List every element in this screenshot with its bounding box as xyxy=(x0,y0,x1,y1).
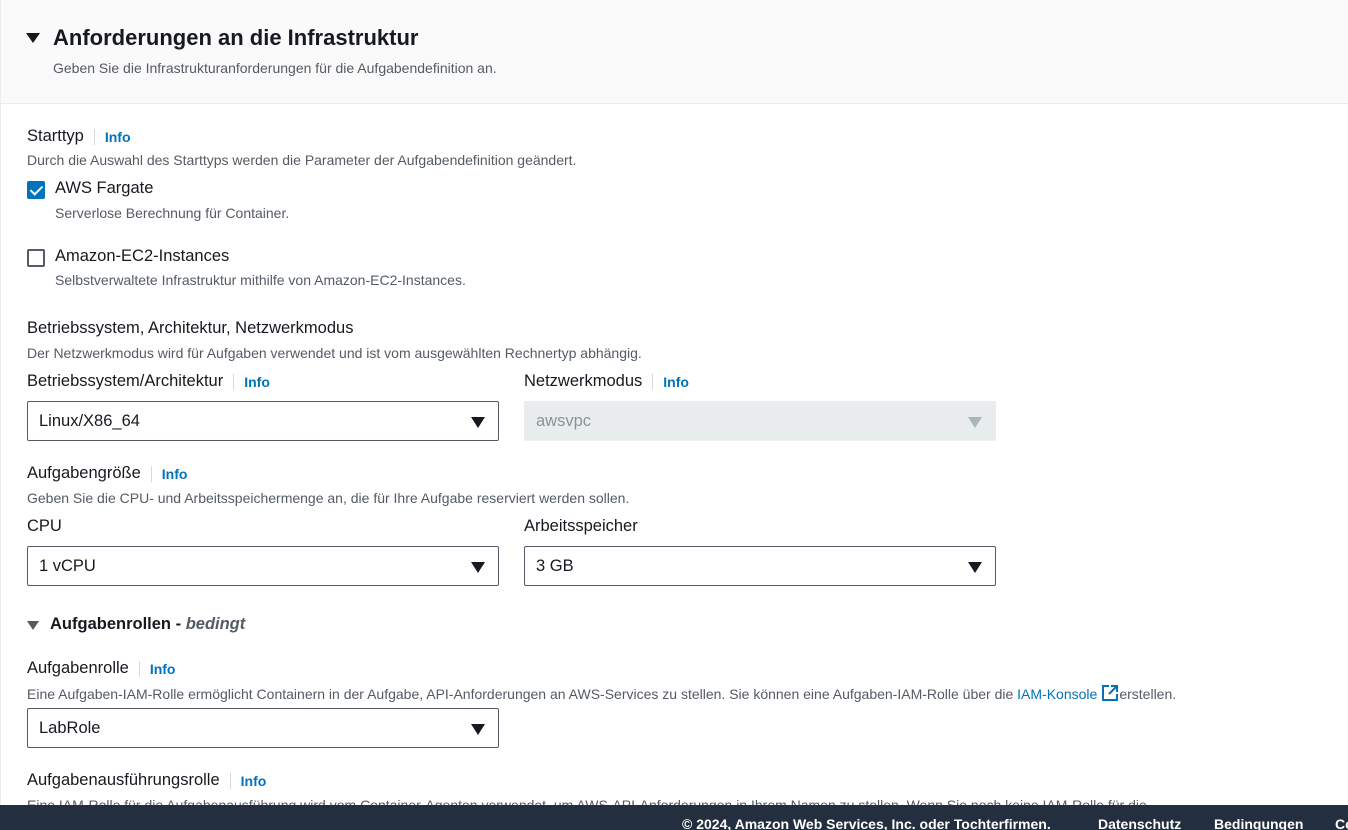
task-roles-conditional: bedingt xyxy=(185,615,246,633)
task-role-select[interactable]: LabRole xyxy=(27,708,499,748)
footer: © 2024, Amazon Web Services, Inc. oder T… xyxy=(0,805,1348,830)
infrastructure-panel: Anforderungen an die Infrastruktur Geben… xyxy=(0,0,1348,830)
task-size-label: Aufgabengröße xyxy=(27,464,141,482)
caret-down-icon xyxy=(471,562,485,573)
execution-role-label: Aufgabenausführungsrolle xyxy=(27,771,220,789)
os-arch-network-description: Der Netzwerkmodus wird für Aufgaben verw… xyxy=(27,345,642,361)
footer-privacy-link[interactable]: Datenschutz xyxy=(1098,816,1181,830)
caret-down-icon xyxy=(968,417,982,428)
os-arch-info-link[interactable]: Info xyxy=(233,373,270,390)
network-mode-value: awsvpc xyxy=(536,412,592,430)
ec2-checkbox[interactable] xyxy=(27,249,45,267)
task-role-label: Aufgabenrolle xyxy=(27,659,129,677)
task-role-value: LabRole xyxy=(39,719,101,737)
caret-down-icon xyxy=(968,562,982,573)
fargate-checkbox[interactable] xyxy=(27,181,45,199)
task-role-description-suffix: erstellen. xyxy=(1119,686,1177,702)
ec2-label[interactable]: Amazon-EC2-Instances xyxy=(55,247,229,266)
footer-copyright: © 2024, Amazon Web Services, Inc. oder T… xyxy=(682,816,1051,830)
task-role-description-text: Eine Aufgaben-IAM-Rolle ermöglicht Conta… xyxy=(27,686,1014,702)
task-size-description: Geben Sie die CPU- und Arbeitsspeicherme… xyxy=(27,490,630,506)
network-mode-select: awsvpc xyxy=(524,401,996,441)
memory-select[interactable]: 3 GB xyxy=(524,546,996,586)
fargate-label[interactable]: AWS Fargate xyxy=(55,179,153,198)
task-roles-section-toggle[interactable]: Aufgabenrollen - bedingt xyxy=(50,615,245,634)
caret-down-icon xyxy=(471,417,485,428)
cpu-label: CPU xyxy=(27,517,62,535)
launch-type-description: Durch die Auswahl des Starttyps werden d… xyxy=(27,152,577,168)
task-role-info-link[interactable]: Info xyxy=(138,660,175,677)
task-size-label-row: Aufgabengröße Info xyxy=(27,464,187,483)
task-size-info-link[interactable]: Info xyxy=(150,465,187,482)
os-arch-select[interactable]: Linux/X86_64 xyxy=(27,401,499,441)
panel-description: Geben Sie die Infrastrukturanforderungen… xyxy=(53,60,497,76)
cpu-value: 1 vCPU xyxy=(39,557,96,575)
panel-title: Anforderungen an die Infrastruktur xyxy=(53,25,419,50)
network-mode-label-row: Netzwerkmodus Info xyxy=(524,372,689,391)
footer-cookies-link[interactable]: Co xyxy=(1335,816,1348,830)
os-arch-network-label: Betriebssystem, Architektur, Netzwerkmod… xyxy=(27,319,354,337)
external-link-icon[interactable] xyxy=(1101,684,1119,702)
memory-label: Arbeitsspeicher xyxy=(524,517,638,535)
fargate-description: Serverlose Berechnung für Container. xyxy=(55,205,290,221)
launch-type-label: Starttyp xyxy=(27,127,84,145)
os-arch-value: Linux/X86_64 xyxy=(39,412,140,430)
caret-down-icon xyxy=(471,724,485,735)
execution-role-label-row: Aufgabenausführungsrolle Info xyxy=(27,771,266,790)
ec2-description: Selbstverwaltete Infrastruktur mithilfe … xyxy=(55,272,466,288)
network-mode-label: Netzwerkmodus xyxy=(524,372,643,390)
panel-header[interactable]: Anforderungen an die Infrastruktur Geben… xyxy=(1,0,1348,104)
os-arch-label: Betriebssystem/Architektur xyxy=(27,372,224,390)
execution-role-info-link[interactable]: Info xyxy=(229,772,266,789)
os-arch-label-row: Betriebssystem/Architektur Info xyxy=(27,372,270,391)
cpu-select[interactable]: 1 vCPU xyxy=(27,546,499,586)
task-role-label-row: Aufgabenrolle Info xyxy=(27,659,175,678)
memory-value: 3 GB xyxy=(536,557,574,575)
task-roles-title: Aufgabenrollen - xyxy=(50,615,182,633)
caret-down-icon[interactable] xyxy=(27,621,39,630)
caret-down-icon[interactable] xyxy=(26,33,40,43)
task-role-description: Eine Aufgaben-IAM-Rolle ermöglicht Conta… xyxy=(27,684,1176,702)
footer-terms-link[interactable]: Bedingungen xyxy=(1214,816,1303,830)
iam-console-link[interactable]: IAM-Konsole xyxy=(1017,686,1097,702)
launch-type-label-row: Starttyp Info xyxy=(27,127,131,146)
launch-type-info-link[interactable]: Info xyxy=(93,128,131,145)
network-mode-info-link[interactable]: Info xyxy=(652,373,689,390)
